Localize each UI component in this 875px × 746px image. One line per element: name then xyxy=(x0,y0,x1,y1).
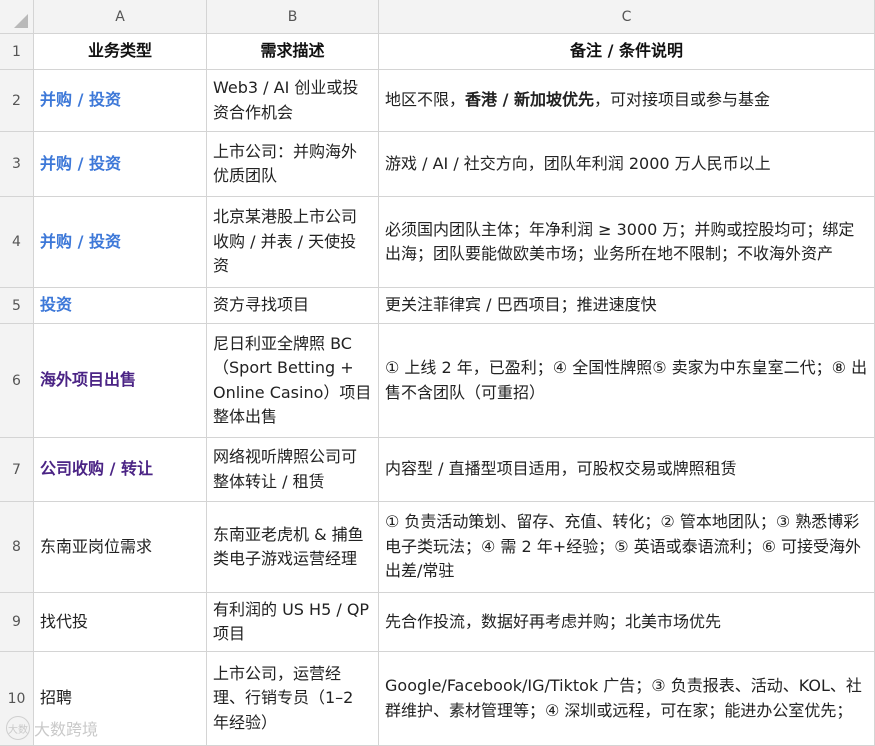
cell-description[interactable]: 资方寻找项目 xyxy=(207,288,379,324)
header-cell-business-type[interactable]: 业务类型 xyxy=(34,34,207,70)
row-number-label: 8 xyxy=(12,539,21,555)
description-text: 上市公司，运营经理、行销专员（1–2 年经验） xyxy=(213,663,354,732)
cell-business-type[interactable]: 投资 xyxy=(34,288,207,324)
row-number-label: 1 xyxy=(12,43,21,60)
column-header-a[interactable]: A xyxy=(34,0,207,34)
cell-business-type[interactable]: 并购 / 投资 xyxy=(34,70,207,132)
header-cell-notes[interactable]: 备注 / 条件说明 xyxy=(379,34,875,70)
cell-description[interactable]: 北京某港股上市公司收购 / 并表 / 天使投资 xyxy=(207,197,379,288)
row-number[interactable]: 5 xyxy=(0,288,34,324)
notes-text: Google/Facebook/IG/Tiktok 广告；③ 负责报表、活动、K… xyxy=(385,676,862,720)
row-number[interactable]: 7 xyxy=(0,438,34,502)
description-text: 北京某港股上市公司收购 / 并表 / 天使投资 xyxy=(213,207,358,276)
notes-text: 游戏 / AI / 社交方向，团队年利润 2000 万人民币以上 xyxy=(385,153,771,173)
spreadsheet: A B C 1 业务类型 需求描述 备注 / 条件说明 2 并购 / 投资 Web3 / A… xyxy=(0,0,875,746)
header-text: 需求描述 xyxy=(260,41,325,61)
row-number-label: 9 xyxy=(12,614,21,630)
cell-business-type[interactable]: 东南亚岗位需求 xyxy=(34,502,207,593)
notes-text: 内容型 / 直播型项目适用，可股权交易或牌照租赁 xyxy=(385,459,737,479)
cell-notes[interactable]: ① 上线 2 年，已盈利；④ 全国性牌照⑤ 卖家为中东皇室二代；⑧ 出售不含团队… xyxy=(379,324,875,438)
cell-notes[interactable]: 先合作投流，数据好再考虑并购；北美市场优先 xyxy=(379,593,875,652)
column-header-c[interactable]: C xyxy=(379,0,875,34)
row-number-label: 3 xyxy=(12,156,21,172)
row-number-label: 6 xyxy=(12,372,21,389)
row-number-label: 7 xyxy=(12,461,21,478)
watermark: 大数 大数跨境 xyxy=(6,716,98,740)
business-type-text: 找代投 xyxy=(40,611,89,631)
business-type-text: 海外项目出售 xyxy=(40,370,137,390)
notes-text: 先合作投流，数据好再考虑并购；北美市场优先 xyxy=(385,611,722,631)
row-number[interactable]: 3 xyxy=(0,132,34,197)
business-type-text: 东南亚岗位需求 xyxy=(40,536,153,556)
cell-description[interactable]: 上市公司：并购海外优质团队 xyxy=(207,132,379,197)
business-type-text: 并购 / 投资 xyxy=(40,231,121,251)
cell-description[interactable]: 上市公司，运营经理、行销专员（1–2 年经验） xyxy=(207,652,379,746)
row-number[interactable]: 1 xyxy=(0,34,34,70)
description-text: 资方寻找项目 xyxy=(213,295,310,315)
watermark-logo-icon: 大数 xyxy=(6,716,30,740)
cell-notes[interactable]: Google/Facebook/IG/Tiktok 广告；③ 负责报表、活动、K… xyxy=(379,652,875,746)
notes-highlight-text: 香港 / 新加坡优先 xyxy=(465,90,595,110)
cell-description[interactable]: Web3 / AI 创业或投资合作机会 xyxy=(207,70,379,132)
cell-notes[interactable]: 更关注菲律宾 / 巴西项目；推进速度快 xyxy=(379,288,875,324)
business-type-text: 投资 xyxy=(40,295,73,315)
cell-notes[interactable]: 地区不限，香港 / 新加坡优先，可对接项目或参与基金 xyxy=(379,70,875,132)
cell-description[interactable]: 有利润的 US H5 / QP 项目 xyxy=(207,593,379,652)
business-type-text: 公司收购 / 转让 xyxy=(40,459,153,479)
cell-notes[interactable]: 游戏 / AI / 社交方向，团队年利润 2000 万人民币以上 xyxy=(379,132,875,197)
cell-description[interactable]: 网络视听牌照公司可整体转让 / 租赁 xyxy=(207,438,379,502)
description-text: 尼日利亚全牌照 BC（Sport Betting + Online Casino… xyxy=(213,333,372,427)
description-text: Web3 / AI 创业或投资合作机会 xyxy=(213,78,359,122)
notes-text: ① 上线 2 年，已盈利；④ 全国性牌照⑤ 卖家为中东皇室二代；⑧ 出售不含团队… xyxy=(385,358,868,402)
row-number[interactable]: 8 xyxy=(0,502,34,593)
cell-notes[interactable]: 必须国内团队主体；年净利润 ≥ 3000 万；并购或控股均可；绑定出海；团队要能… xyxy=(379,197,875,288)
business-type-text: 并购 / 投资 xyxy=(40,153,121,173)
row-number[interactable]: 2 xyxy=(0,70,34,132)
business-type-text: 招聘 xyxy=(40,688,73,708)
row-number-label: 10 xyxy=(7,690,26,707)
cell-business-type[interactable]: 并购 / 投资 xyxy=(34,197,207,288)
watermark-text: 大数跨境 xyxy=(34,720,99,739)
cell-business-type[interactable]: 公司收购 / 转让 xyxy=(34,438,207,502)
business-type-text: 并购 / 投资 xyxy=(40,90,121,110)
header-text: 备注 / 条件说明 xyxy=(570,41,683,61)
cell-business-type[interactable]: 并购 / 投资 xyxy=(34,132,207,197)
notes-text: ，可对接项目或参与基金 xyxy=(594,90,771,110)
notes-text: 更关注菲律宾 / 巴西项目；推进速度快 xyxy=(385,295,657,315)
cell-business-type[interactable]: 找代投 xyxy=(34,593,207,652)
notes-text: 必须国内团队主体；年净利润 ≥ 3000 万；并购或控股均可；绑定出海；团队要能… xyxy=(385,219,855,264)
select-all-triangle-icon xyxy=(14,14,28,28)
description-text: 上市公司：并购海外优质团队 xyxy=(213,141,358,186)
row-number[interactable]: 9 xyxy=(0,593,34,652)
cell-description[interactable]: 尼日利亚全牌照 BC（Sport Betting + Online Casino… xyxy=(207,324,379,438)
cell-notes[interactable]: 内容型 / 直播型项目适用，可股权交易或牌照租赁 xyxy=(379,438,875,502)
cell-notes[interactable]: ① 负责活动策划、留存、充值、转化；② 管本地团队；③ 熟悉博彩电子类玩法；④ … xyxy=(379,502,875,593)
row-number-label: 4 xyxy=(12,234,21,250)
notes-text: ① 负责活动策划、留存、充值、转化；② 管本地团队；③ 熟悉博彩电子类玩法；④ … xyxy=(385,512,862,581)
cell-description[interactable]: 东南亚老虎机 & 捕鱼类电子游戏运营经理 xyxy=(207,502,379,593)
description-text: 有利润的 US H5 / QP 项目 xyxy=(213,599,370,644)
row-number[interactable]: 4 xyxy=(0,197,34,288)
description-text: 东南亚老虎机 & 捕鱼类电子游戏运营经理 xyxy=(213,524,364,569)
row-number-label: 5 xyxy=(12,297,21,314)
select-all-corner[interactable] xyxy=(0,0,34,34)
row-number[interactable]: 6 xyxy=(0,324,34,438)
cell-business-type[interactable]: 海外项目出售 xyxy=(34,324,207,438)
column-header-b[interactable]: B xyxy=(207,0,379,34)
header-text: 业务类型 xyxy=(87,41,152,61)
notes-text: 地区不限， xyxy=(385,90,466,110)
description-text: 网络视听牌照公司可整体转让 / 租赁 xyxy=(213,447,358,491)
row-number-label: 2 xyxy=(12,92,21,109)
header-cell-description[interactable]: 需求描述 xyxy=(207,34,379,70)
